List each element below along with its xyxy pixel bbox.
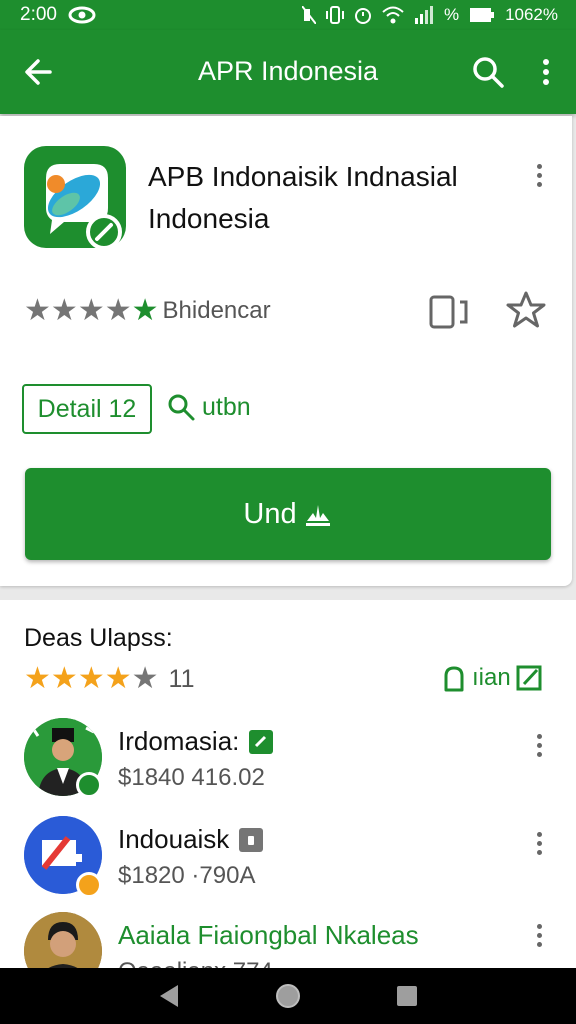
list-item-title: Indouaisk xyxy=(118,824,264,855)
details-button[interactable]: Detail 12 xyxy=(22,384,152,434)
star-icon: ★ xyxy=(131,294,159,327)
app-name-line1: APB Indonaisik Indnasial xyxy=(148,161,458,192)
search-link-label: utbn xyxy=(202,392,251,421)
battery-level: 1062% xyxy=(505,5,558,24)
list-item[interactable]: Irdomasia: $1840 416.02 xyxy=(0,718,576,814)
app-bar: APR Indonesia xyxy=(0,30,576,114)
app-header-card: APB Indonaisik Indnasial Indonesia ★ ★ ★… xyxy=(0,116,572,586)
item-overflow-menu-icon[interactable] xyxy=(529,730,549,764)
app-name-line2: Indonesia xyxy=(148,203,270,234)
star-icon: ★ xyxy=(50,662,78,695)
list-item[interactable]: Aaiala Fiaiongbal Nkaleas Qaaalianx 774 xyxy=(0,912,576,968)
search-link[interactable]: utbn xyxy=(166,392,251,422)
status-bar: 2:00 % 1062% xyxy=(0,0,576,30)
search-icon[interactable] xyxy=(470,52,506,92)
status-time: 2:00 xyxy=(20,4,57,25)
list-item-subtitle: $1840 416.02 xyxy=(118,764,265,791)
list-item-title-text: Aaiala Fiaiongbal Nkaleas xyxy=(118,920,419,950)
search-icon xyxy=(168,394,195,421)
star-icon: ★ xyxy=(77,294,105,327)
star-icon: ★ xyxy=(104,662,132,695)
warning-badge-icon xyxy=(76,872,102,898)
item-overflow-menu-icon[interactable] xyxy=(529,920,549,954)
check-tag-icon xyxy=(249,729,274,754)
star-icon: ★ xyxy=(104,294,132,327)
app-overflow-menu-icon[interactable] xyxy=(529,160,549,194)
reviews-title: Deas Ulapss: xyxy=(24,624,173,652)
more-vert-icon[interactable] xyxy=(534,52,558,92)
download-icon xyxy=(305,505,330,526)
list-item-title: Aaiala Fiaiongbal Nkaleas xyxy=(118,920,419,951)
app-rating-row: ★ ★ ★ ★ ★ Bhidencar xyxy=(24,296,271,326)
app-logo-icon[interactable] xyxy=(24,146,126,248)
reviews-filter-link[interactable]: ıian xyxy=(442,664,543,692)
battery-icon xyxy=(470,8,495,22)
nav-recents-icon[interactable] xyxy=(392,981,422,1011)
list-item-title: Irdomasia: xyxy=(118,726,274,757)
device-compat-icon[interactable] xyxy=(428,294,470,330)
item-overflow-menu-icon[interactable] xyxy=(529,828,549,862)
install-label: Und xyxy=(243,497,297,530)
list-item-subtitle: $1820 ·790A xyxy=(118,862,256,889)
list-item-title-text: Irdomasia: xyxy=(118,726,240,756)
reviews-card: Deas Ulapss: ★ ★ ★ ★ ★ 11 ıian Irdomasia… xyxy=(0,600,576,968)
signal-percent: % xyxy=(443,5,460,24)
person-avatar-icon xyxy=(24,912,102,968)
eye-icon xyxy=(68,6,96,24)
avatar xyxy=(24,912,102,968)
wifi-icon xyxy=(382,6,404,24)
reviews-rating-summary: ★ ★ ★ ★ ★ 11 xyxy=(24,664,194,694)
list-item[interactable]: Indouaisk $1820 ·790A xyxy=(0,816,576,912)
vibrate-icon xyxy=(325,6,344,24)
rating-label: Bhidencar xyxy=(162,297,271,324)
nav-home-icon[interactable] xyxy=(273,981,303,1011)
star-icon: ★ xyxy=(24,662,51,695)
verified-badge-icon xyxy=(76,772,102,798)
star-half-icon: ★ xyxy=(131,662,159,695)
star-icon: ★ xyxy=(24,294,51,327)
reviews-filter-label: ıian xyxy=(472,664,511,691)
install-button[interactable]: Und xyxy=(25,468,551,560)
app-name: APB Indonaisik Indnasial Indonesia xyxy=(148,156,508,240)
wishlist-star-icon[interactable] xyxy=(506,290,546,330)
reviews-count: 11 xyxy=(168,664,195,693)
nav-back-icon[interactable] xyxy=(154,981,184,1011)
lock-tag-icon xyxy=(239,827,264,852)
signal-icon xyxy=(414,6,433,24)
edit-icon xyxy=(516,665,542,691)
system-nav-bar xyxy=(0,968,576,1024)
list-item-title-text: Indouaisk xyxy=(118,824,230,854)
thumbs-up-icon xyxy=(444,666,464,692)
alarm-icon xyxy=(354,8,371,24)
star-icon: ★ xyxy=(50,294,78,327)
mute-icon xyxy=(301,6,316,24)
star-icon: ★ xyxy=(77,662,105,695)
list-item-subtitle: Qaaalianx 774 xyxy=(118,958,273,968)
